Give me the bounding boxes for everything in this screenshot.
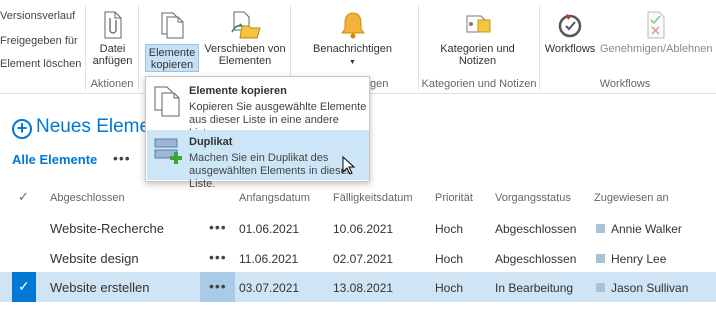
tags-notes-label-2: Notizen <box>458 55 497 67</box>
assigned-to[interactable]: Jason Sullivan <box>596 281 688 295</box>
start-date: 03.07.2021 <box>239 281 300 295</box>
workflow-icon <box>558 14 582 38</box>
item-title[interactable]: Website design <box>50 251 139 266</box>
assigned-to[interactable]: Annie Walker <box>596 222 682 236</box>
plus-circle-icon: + <box>12 119 32 139</box>
table-row[interactable]: Website design ••• 11.06.2021 02.07.2021… <box>0 243 716 273</box>
priority: Hoch <box>435 281 464 295</box>
row-more-icon: ••• <box>209 278 227 294</box>
table-row[interactable]: Website-Recherche ••• 01.06.2021 10.06.2… <box>0 213 716 243</box>
alert-me-label: Benachrichtigen <box>313 43 392 55</box>
approve-reject-label: Genehmigen/Ablehnen <box>600 43 713 55</box>
column-header-status[interactable]: Vorgangsstatus <box>495 192 571 204</box>
check-icon: ✓ <box>18 278 30 294</box>
move-items-button[interactable]: Verschieben von Elementen <box>203 10 287 67</box>
ribbon-separator <box>539 6 540 90</box>
assigned-to[interactable]: Henry Lee <box>596 252 666 266</box>
column-header-priority[interactable]: Priorität <box>435 192 473 204</box>
due-date: 02.07.2021 <box>333 252 394 266</box>
copy-items-menu: Elemente kopieren Kopieren Sie ausgewähl… <box>145 76 370 190</box>
alert-me-button[interactable]: Benachrichtigen ▼ <box>305 10 400 69</box>
tag-note-icon <box>466 15 490 33</box>
menu-item-copy-items[interactable]: Elemente kopieren Kopieren Sie ausgewähl… <box>147 79 369 139</box>
paperclip-icon <box>104 11 121 39</box>
assigned-name: Annie Walker <box>611 222 682 236</box>
copy-items-button[interactable]: Elemente kopieren ▼ <box>145 44 199 82</box>
status: In Bearbeitung <box>495 281 574 295</box>
avatar <box>596 283 605 292</box>
tags-notes-label-1: Kategorien und <box>440 43 515 55</box>
approve-reject-icon <box>647 11 665 39</box>
group-label-workflows: Workflows <box>599 78 651 90</box>
item-title[interactable]: Website erstellen <box>50 280 149 295</box>
row-checkbox[interactable]: ✓ <box>12 272 36 302</box>
attach-file-label-1: Datei <box>99 43 126 55</box>
assigned-name: Henry Lee <box>611 252 667 266</box>
delete-item-command[interactable]: Element löschen <box>0 58 81 70</box>
group-label-partial: gen <box>370 78 389 90</box>
workflows-label: Workflows <box>544 43 596 55</box>
move-folder-icon <box>231 11 261 39</box>
copy-items-label-2: kopieren <box>150 59 194 71</box>
ribbon-separator <box>418 6 419 90</box>
version-history-command[interactable]: Versionsverlauf <box>0 10 75 22</box>
due-date: 13.08.2021 <box>333 281 394 295</box>
menu-item-duplicate[interactable]: Duplikat Machen Sie ein Duplikat des aus… <box>147 130 369 190</box>
copy-icon <box>161 12 184 39</box>
ribbon-separator <box>138 6 139 90</box>
assigned-name: Jason Sullivan <box>611 281 689 295</box>
priority: Hoch <box>435 222 464 236</box>
duplicate-icon <box>154 138 182 164</box>
mouse-cursor-icon <box>342 156 356 175</box>
new-item-button[interactable]: + Neues Eleme <box>12 116 150 139</box>
table-row-selected[interactable]: ✓ Website erstellen ••• 03.07.2021 13.08… <box>0 272 716 302</box>
status: Abgeschlossen <box>495 252 577 266</box>
status: Abgeschlossen <box>495 222 577 236</box>
attach-file-label-2: anfügen <box>92 55 133 67</box>
select-all-check-icon[interactable]: ✓ <box>18 189 29 205</box>
bell-icon <box>340 12 365 39</box>
group-label-tags-notes: Kategorien und Notizen <box>421 78 537 90</box>
column-header-due-date[interactable]: Fälligkeitsdatum <box>333 192 412 204</box>
tags-notes-button[interactable]: Kategorien und Notizen <box>430 10 525 67</box>
column-header-assigned-to[interactable]: Zugewiesen an <box>594 192 669 204</box>
row-more-button[interactable]: ••• <box>200 272 235 302</box>
item-title[interactable]: Website-Recherche <box>50 221 164 236</box>
column-header-start-date[interactable]: Anfangsdatum <box>239 192 310 204</box>
start-date: 01.06.2021 <box>239 222 300 236</box>
approve-reject-button[interactable]: Genehmigen/Ablehnen <box>600 10 713 55</box>
priority: Hoch <box>435 252 464 266</box>
ribbon-separator <box>85 6 86 90</box>
move-items-label-1: Verschieben von <box>204 43 286 55</box>
group-label-actions: Aktionen <box>90 78 134 90</box>
row-more-icon[interactable]: ••• <box>209 219 227 235</box>
due-date: 10.06.2021 <box>333 222 394 236</box>
shared-with-command[interactable]: Freigegeben für <box>0 35 78 47</box>
start-date: 11.06.2021 <box>239 252 299 266</box>
copy-items-label-1: Elemente <box>148 47 196 59</box>
column-header-title[interactable]: Abgeschlossen <box>50 192 125 204</box>
new-item-label: Neues Eleme <box>36 116 151 137</box>
menu-item-description: Machen Sie ein Duplikat des ausgewählten… <box>189 152 351 190</box>
workflows-button[interactable]: Workflows <box>542 10 598 55</box>
move-items-label-2: Elementen <box>218 55 272 67</box>
chevron-down-icon: ▼ <box>349 59 356 66</box>
menu-item-title: Elemente kopieren <box>189 85 287 97</box>
attach-file-button[interactable]: Datei anfügen <box>90 10 135 67</box>
avatar <box>596 254 605 263</box>
copy-icon <box>154 86 180 117</box>
avatar <box>596 224 605 233</box>
view-more-icon[interactable]: ••• <box>113 150 131 166</box>
row-more-icon[interactable]: ••• <box>209 249 227 265</box>
view-selector[interactable]: Alle Elemente <box>12 152 97 167</box>
menu-item-title: Duplikat <box>189 136 233 148</box>
